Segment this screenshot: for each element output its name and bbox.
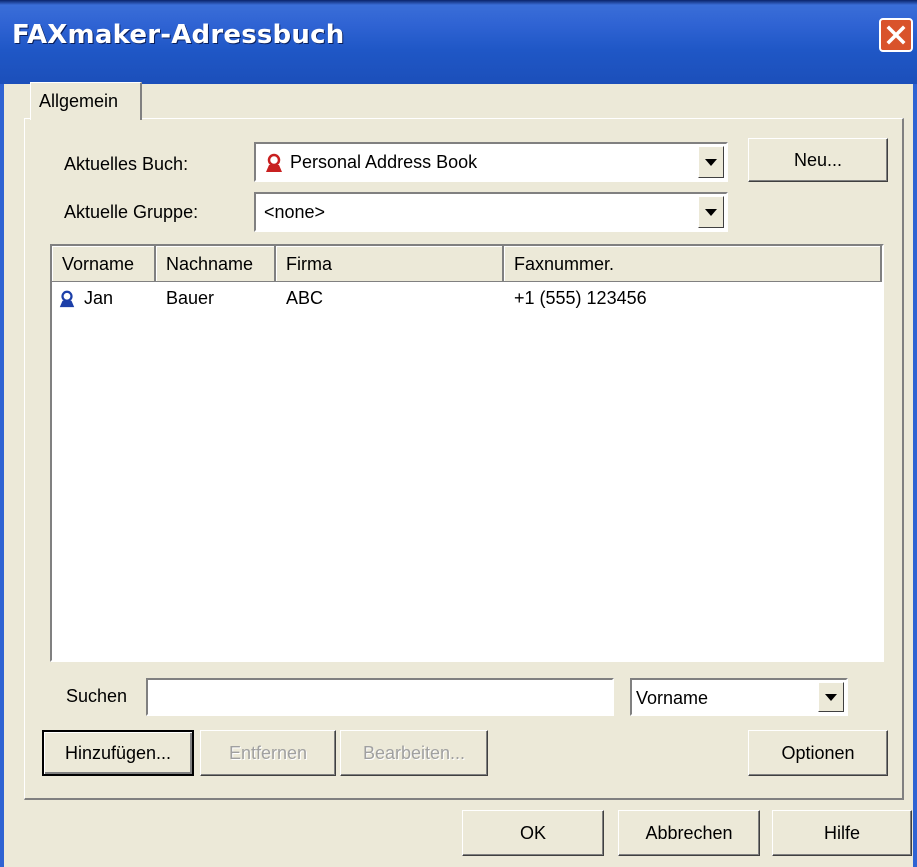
contacts-list[interactable]: Vorname Nachname Firma Faxnummer. Jan Ba… [50, 244, 884, 662]
edit-button[interactable]: Bearbeiten... [340, 730, 488, 776]
search-label: Suchen [66, 686, 128, 706]
window-title: FAXmaker-Adressbuch [12, 20, 345, 50]
search-field-combo[interactable]: Vorname [630, 678, 848, 716]
cancel-button-label: Abbrechen [645, 822, 733, 843]
help-button-label: Hilfe [823, 822, 860, 843]
search-field-value: Vorname [636, 688, 709, 708]
add-button[interactable]: Hinzufügen... [42, 730, 194, 776]
options-button-label: Optionen [781, 742, 855, 763]
person-blue-icon [59, 290, 75, 308]
search-field-dropdown[interactable] [818, 682, 844, 712]
close-button[interactable] [879, 18, 913, 52]
new-book-label: Neu... [793, 149, 843, 170]
current-book-text: Personal Address Book [290, 152, 478, 172]
window-border-right [913, 84, 917, 867]
close-icon [886, 25, 906, 45]
column-header-faxnummer[interactable]: Faxnummer. [504, 246, 882, 282]
column-nachname-label: Nachname [166, 254, 254, 274]
cell-nachname: Bauer [166, 288, 215, 308]
tab-label: Allgemein [39, 91, 119, 111]
current-group-label: Aktuelle Gruppe: [64, 202, 199, 222]
ok-button[interactable]: OK [462, 810, 604, 856]
add-button-label: Hinzufügen... [64, 742, 172, 763]
tab-allgemein[interactable]: Allgemein [30, 82, 142, 120]
title-bar[interactable]: FAXmaker-Adressbuch [0, 0, 917, 84]
column-header-vorname[interactable]: Vorname [52, 246, 156, 282]
column-header-nachname[interactable]: Nachname [156, 246, 276, 282]
chevron-down-icon [705, 158, 717, 166]
vorname-text: Jan [84, 288, 114, 308]
current-book-dropdown[interactable] [698, 146, 724, 178]
current-group-combo[interactable]: <none> [254, 192, 728, 232]
person-red-icon [266, 154, 282, 173]
help-button[interactable]: Hilfe [772, 810, 912, 856]
edit-button-label: Bearbeiten... [362, 742, 466, 763]
column-faxnummer-label: Faxnummer. [514, 254, 615, 274]
current-book-value: Personal Address Book [264, 152, 477, 173]
current-book-label: Aktuelles Buch: [64, 154, 189, 174]
cell-fax: +1 (555) 123456 [514, 288, 647, 308]
cancel-button[interactable]: Abbrechen [618, 810, 760, 856]
current-group-dropdown[interactable] [698, 196, 724, 228]
current-book-combo[interactable]: Personal Address Book [254, 142, 728, 182]
ok-button-label: OK [519, 822, 546, 843]
chevron-down-icon [705, 208, 717, 216]
table-row[interactable]: Jan Bauer ABC +1 (555) 123456 [52, 284, 882, 314]
window-border-left [0, 84, 4, 867]
column-firma-label: Firma [286, 254, 332, 274]
chevron-down-icon [825, 693, 837, 701]
column-header-firma[interactable]: Firma [276, 246, 504, 282]
address-book-window: FAXmaker-Adressbuch Allgemein Aktuelles … [0, 0, 917, 867]
options-button[interactable]: Optionen [748, 730, 888, 776]
remove-button-label: Entfernen [228, 742, 308, 763]
current-group-value: <none> [264, 202, 326, 222]
search-input[interactable] [146, 678, 614, 716]
cell-firma: ABC [286, 288, 324, 308]
remove-button[interactable]: Entfernen [200, 730, 336, 776]
column-vorname-label: Vorname [62, 254, 135, 274]
cell-vorname: Jan [58, 288, 113, 309]
new-book-button[interactable]: Neu... [748, 138, 888, 182]
